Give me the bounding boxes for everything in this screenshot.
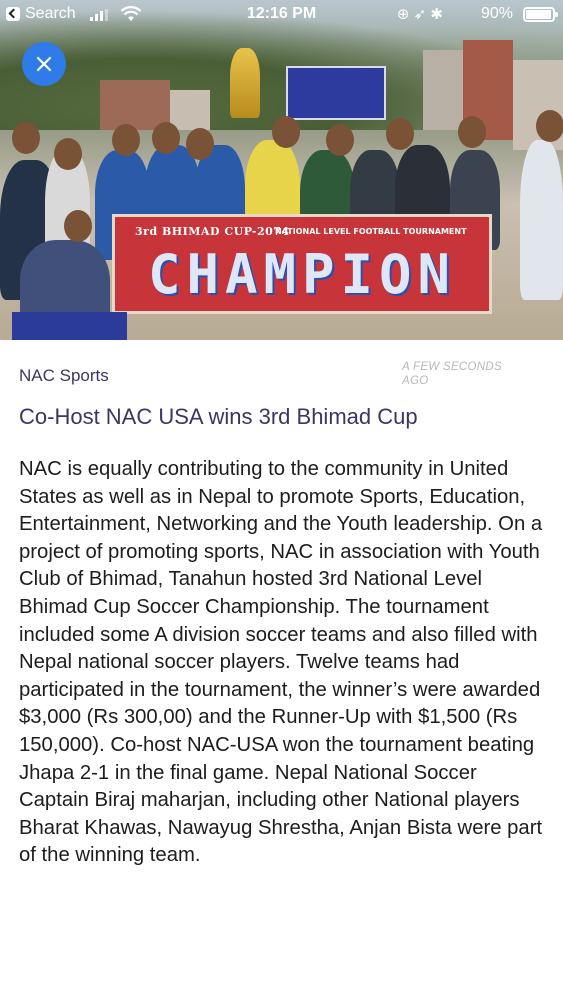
banner-title: 3rd BHIMAD CUP-2074 (135, 225, 290, 238)
bluetooth-icon: ✱ (430, 6, 443, 23)
status-bar: Search 12:16 PM ⊕ ➶ ✱ 90% (0, 0, 563, 30)
champion-banner: 3rd BHIMAD CUP-2074 NATIONAL LEVEL FOOTB… (112, 214, 492, 314)
article-timestamp: A FEW SECONDS AGO (402, 361, 502, 387)
close-icon (36, 56, 52, 72)
location-icon: ➶ (413, 6, 427, 23)
banner-subtitle: NATIONAL LEVEL FOOTBALL TOURNAMENT (275, 227, 467, 236)
close-button[interactable] (22, 42, 66, 86)
rotation-lock-icon: ⊕ (396, 6, 410, 23)
battery-percentage: 90% (480, 5, 513, 22)
hero-image: 3rd BHIMAD CUP-2074 NATIONAL LEVEL FOOTB… (0, 0, 563, 340)
status-icons: ⊕ ➶ ✱ (397, 5, 443, 23)
status-time: 12:16 PM (246, 5, 317, 22)
battery-icon (523, 7, 558, 22)
trophy (230, 48, 260, 118)
article-body: NAC is equally contributing to the commu… (19, 458, 543, 867)
best-defender-poster (12, 312, 127, 340)
banner-main-text: CHAMPION (147, 243, 457, 306)
article-headline: Co-Host NAC USA wins 3rd Bhimad Cup (19, 404, 418, 429)
article-meta: NAC Sports A FEW SECONDS AGO (19, 360, 544, 390)
article-category[interactable]: NAC Sports (19, 366, 109, 386)
